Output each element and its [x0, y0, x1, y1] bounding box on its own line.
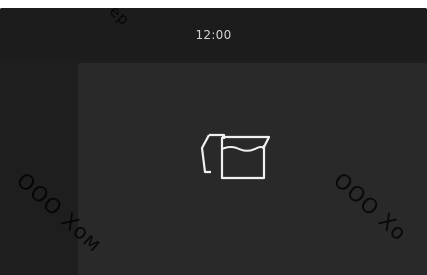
clock: 12:00 — [195, 28, 232, 42]
device-display: 12:00 ер ООО Хом ООО Хо — [0, 0, 427, 275]
milk-jug-icon-graphic — [200, 133, 271, 180]
status-bar: 12:00 — [0, 8, 427, 60]
screen: 12:00 — [0, 8, 427, 275]
milk-jug-icon[interactable] — [191, 124, 273, 190]
